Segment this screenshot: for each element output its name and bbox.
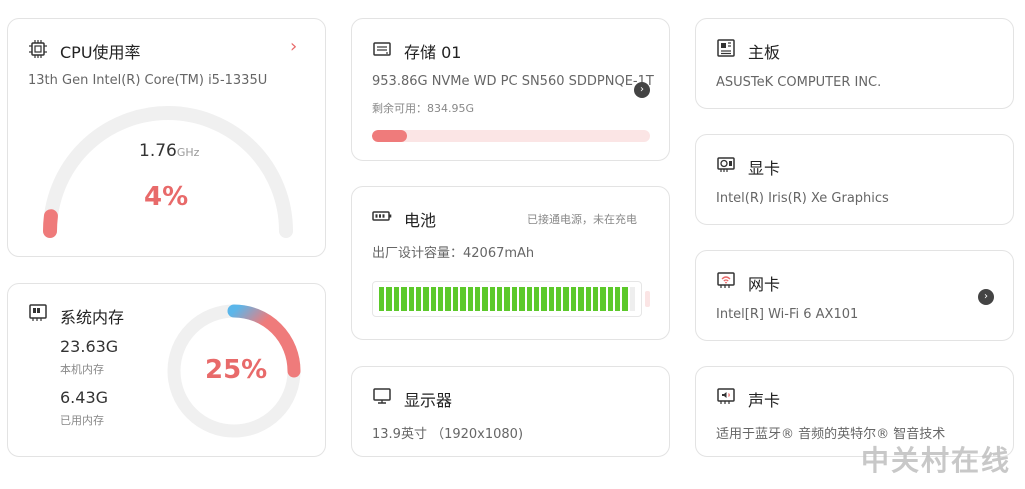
motherboard-vendor: ASUSTeK COMPUTER INC. — [716, 75, 882, 90]
battery-segment — [563, 287, 569, 311]
display-title: 显示器 — [404, 391, 453, 410]
gpu-model: Intel(R) Iris(R) Xe Graphics — [716, 191, 889, 206]
battery-segment — [460, 287, 466, 311]
gpu-card[interactable]: 显卡 Intel(R) Iris(R) Xe Graphics — [695, 134, 1014, 225]
battery-segment — [607, 287, 613, 311]
memory-card[interactable]: 系统内存 23.63G 本机内存 6.43G 已用内存 25% — [7, 283, 326, 457]
battery-segment — [533, 287, 540, 311]
storage-device-clip: 953.86G NVMe WD PC SN560 SDDPNQE-1T — [372, 74, 672, 92]
cpu-gauge — [43, 106, 293, 238]
battery-segment — [489, 287, 495, 311]
motherboard-icon — [716, 38, 736, 58]
cpu-chip-icon — [28, 39, 48, 59]
memory-used-value: 6.43G — [60, 388, 109, 407]
cpu-gauge-fill — [43, 209, 58, 238]
network-more-icon[interactable]: › — [978, 289, 994, 305]
battery-segment — [386, 287, 392, 311]
battery-card[interactable]: 电池 已接通电源，未在充电 出厂设计容量：42067mAh — [351, 186, 670, 340]
battery-segment — [548, 287, 554, 311]
battery-segment — [497, 287, 503, 311]
storage-device: 953.86G NVMe WD PC SN560 SDDPNQE-1T — [372, 74, 654, 89]
battery-level-bar — [372, 281, 642, 317]
audio-title: 声卡 — [748, 391, 781, 410]
battery-segment — [438, 287, 444, 311]
cpu-frequency: 1.76GHz — [139, 141, 199, 161]
network-model: Intel[R] Wi-Fi 6 AX101 — [716, 307, 859, 322]
battery-segment — [415, 287, 422, 311]
watermark-logo: 中关村在线 — [860, 444, 1011, 477]
display-spec: 13.9英寸 （1920x1080) — [372, 427, 524, 442]
motherboard-title: 主板 — [748, 43, 781, 62]
battery-segment — [504, 287, 510, 311]
battery-segment — [423, 287, 429, 311]
wifi-card-icon — [716, 270, 736, 290]
display-card[interactable]: 显示器 13.9英寸 （1920x1080) — [351, 366, 670, 457]
battery-segment — [592, 287, 599, 311]
battery-segment — [541, 287, 547, 311]
memory-total-label: 本机内存 — [60, 363, 104, 376]
network-card[interactable]: 网卡 Intel[R] Wi-Fi 6 AX101 › — [695, 250, 1014, 341]
cpu-usage-percent: 4% — [144, 182, 189, 212]
cpu-model: 13th Gen Intel(R) Core(TM) i5-1335U — [28, 73, 268, 88]
gpu-title: 显卡 — [748, 159, 781, 178]
storage-drive-icon — [372, 39, 392, 59]
storage-free: 剩余可用：834.95G — [372, 102, 475, 115]
cpu-title: CPU使用率 — [60, 43, 141, 62]
cpu-frequency-unit: GHz — [176, 146, 200, 159]
battery-segment — [393, 287, 400, 311]
memory-total-value: 23.63G — [60, 337, 119, 356]
memory-title: 系统内存 — [60, 308, 125, 327]
monitor-icon — [372, 386, 392, 406]
battery-segment — [615, 287, 621, 311]
battery-segment — [570, 287, 577, 311]
battery-terminal — [645, 291, 650, 307]
battery-segment — [467, 287, 473, 311]
memory-usage-percent: 25% — [205, 355, 268, 385]
memory-used-label: 已用内存 — [60, 414, 104, 427]
battery-segment — [578, 287, 584, 311]
battery-status: 已接通电源，未在充电 — [527, 213, 637, 226]
memory-module-icon — [28, 302, 48, 322]
battery-segment — [519, 287, 525, 311]
cpu-gauge-track — [43, 106, 293, 238]
battery-segment — [401, 287, 407, 311]
battery-segment — [452, 287, 459, 311]
cpu-frequency-value: 1.76 — [139, 141, 177, 161]
battery-segment — [585, 287, 591, 311]
storage-card[interactable]: 存储 01 953.86G NVMe WD PC SN560 SDDPNQE-1… — [351, 18, 670, 161]
storage-usage-fill — [372, 130, 407, 142]
battery-segment — [445, 287, 451, 311]
network-title: 网卡 — [748, 275, 781, 294]
storage-more-icon[interactable]: › — [634, 82, 650, 98]
battery-capacity: 出厂设计容量：42067mAh — [372, 246, 535, 261]
battery-segment — [629, 287, 636, 311]
battery-segment — [526, 287, 532, 311]
battery-segment — [430, 287, 436, 311]
battery-segment — [622, 287, 628, 311]
sound-card-icon — [716, 386, 736, 406]
battery-title: 电池 — [404, 211, 437, 230]
cpu-card[interactable]: CPU使用率 › 13th Gen Intel(R) Core(TM) i5-1… — [7, 18, 326, 257]
motherboard-card[interactable]: 主板 ASUSTeK COMPUTER INC. — [695, 18, 1014, 109]
battery-segment — [474, 287, 481, 311]
battery-segment — [600, 287, 606, 311]
chevron-right-icon[interactable]: › — [290, 36, 297, 57]
battery-segment — [379, 287, 385, 311]
storage-usage-bar — [372, 130, 650, 142]
battery-segment — [482, 287, 488, 311]
battery-segment — [408, 287, 414, 311]
storage-title: 存储 01 — [404, 43, 462, 62]
battery-segment — [556, 287, 562, 311]
battery-segment — [511, 287, 518, 311]
graphics-card-icon — [716, 154, 736, 174]
battery-icon — [372, 206, 392, 226]
